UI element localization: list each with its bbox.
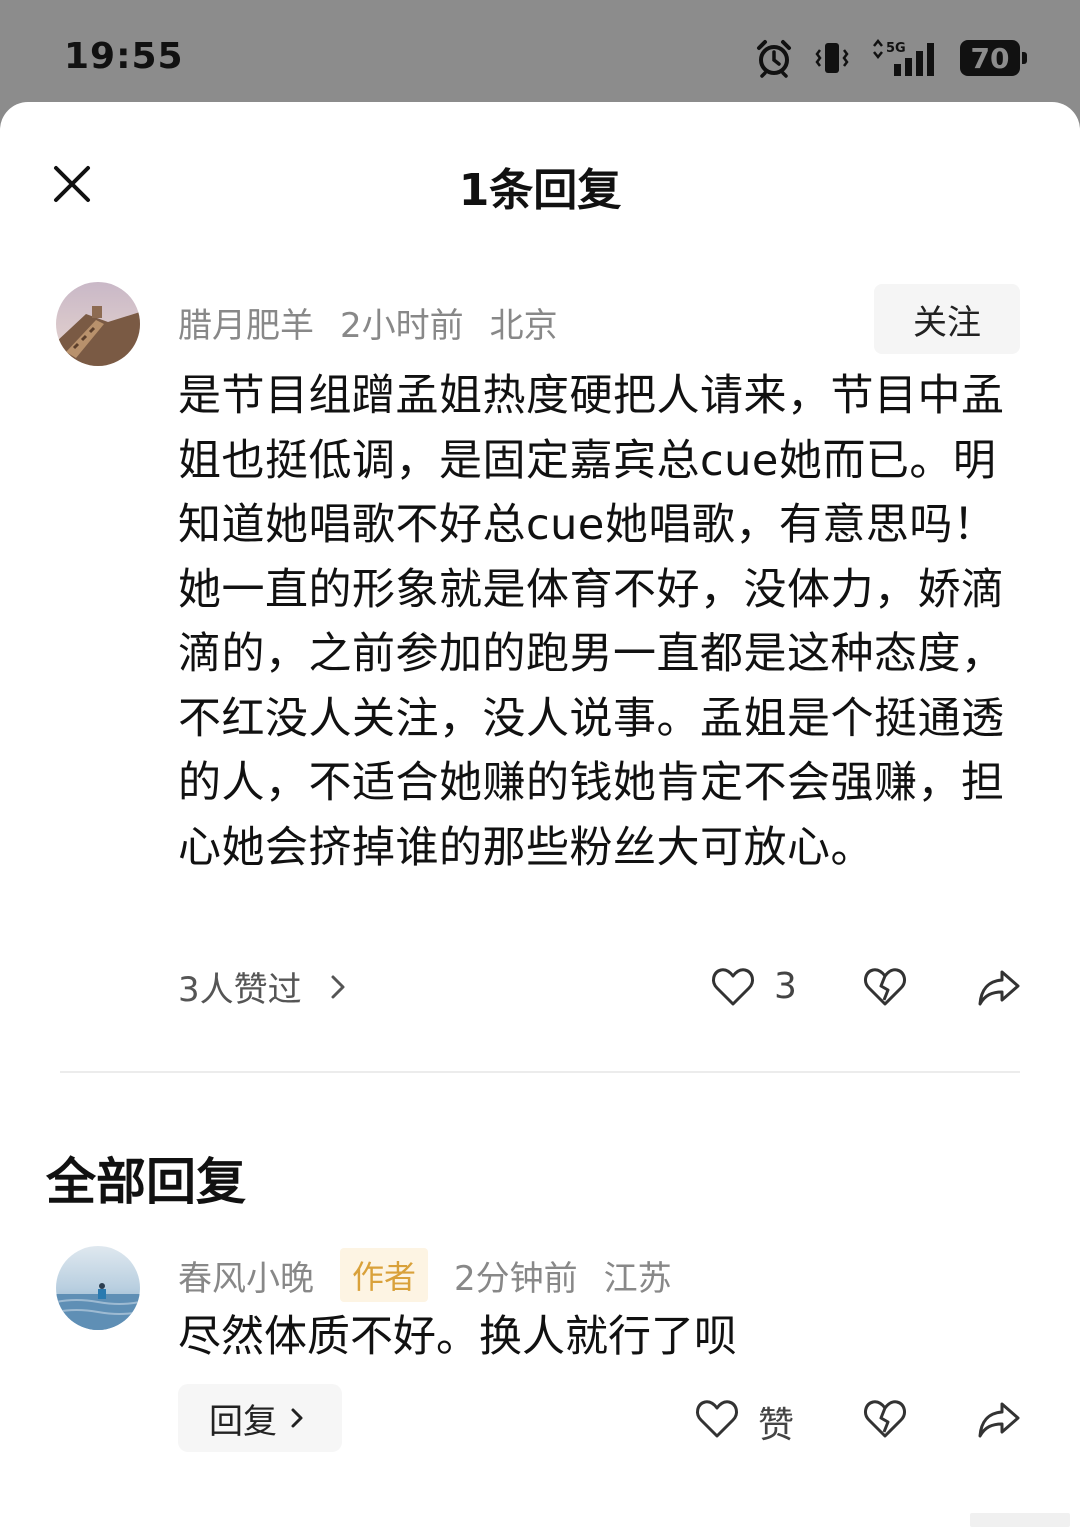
status-bar: 19:55 5G 70 <box>0 0 1080 110</box>
reply-location: 江苏 <box>603 1258 672 1299</box>
reply-button[interactable]: 回复 <box>178 1384 342 1452</box>
reply-meta: 春风小晚 作者 2分钟前 江苏 <box>178 1248 698 1302</box>
status-icons: 5G 70 <box>754 36 1027 80</box>
broken-heart-icon[interactable] <box>862 1396 908 1442</box>
author-badge: 作者 <box>340 1248 429 1302</box>
comment-meta: 腊月肥羊 2小时前 北京 <box>178 298 584 347</box>
like-label[interactable]: 赞 <box>758 1396 794 1448</box>
reply-button-label: 回复 <box>209 1401 277 1442</box>
comment-username[interactable]: 腊月肥羊 <box>178 298 314 347</box>
share-icon[interactable] <box>976 1396 1022 1442</box>
svg-text:5G: 5G <box>886 41 906 56</box>
reply-username[interactable]: 春风小晚 <box>178 1251 314 1300</box>
broken-heart-icon[interactable] <box>862 964 908 1010</box>
avatar[interactable] <box>56 282 140 366</box>
heart-icon[interactable] <box>694 1396 740 1442</box>
comment-location: 北京 <box>489 306 558 346</box>
reply-text: 尽然体质不好。换人就行了呗 <box>178 1312 737 1362</box>
like-count: 3 <box>774 966 797 1007</box>
vibrate-icon <box>815 43 849 73</box>
section-title: 全部回复 <box>46 1153 246 1211</box>
likers-text: 3人赞过 <box>178 970 302 1010</box>
battery-icon: 70 <box>960 40 1027 76</box>
chevron-right-icon <box>331 975 345 998</box>
share-icon[interactable] <box>976 964 1022 1010</box>
likers-link[interactable]: 3人赞过 <box>178 962 356 1011</box>
alarm-icon <box>757 40 791 78</box>
sheet-title: 1条回复 <box>458 165 622 216</box>
heart-icon[interactable] <box>710 964 756 1010</box>
follow-button[interactable]: 关注 <box>874 284 1020 354</box>
signal-icon: 5G <box>873 38 934 76</box>
comment-time: 2小时前 <box>340 306 464 346</box>
divider <box>60 1071 1020 1073</box>
comment-text: 是节目组蹭孟姐热度硬把人请来，节目中孟姐也挺低调，是固定嘉宾总cue她而已。明知… <box>178 371 1005 873</box>
reply-time: 2分钟前 <box>454 1258 578 1299</box>
status-time: 19:55 <box>64 36 184 77</box>
reply-sheet: 1条回复 腊月肥羊 2小时前 北京 关注 是节目组蹭孟姐热度硬把人请来，节目中孟… <box>0 102 1080 1535</box>
reply-avatar[interactable] <box>56 1246 140 1330</box>
chevron-right-icon <box>291 1408 303 1428</box>
watermark-mark <box>970 1513 1070 1527</box>
